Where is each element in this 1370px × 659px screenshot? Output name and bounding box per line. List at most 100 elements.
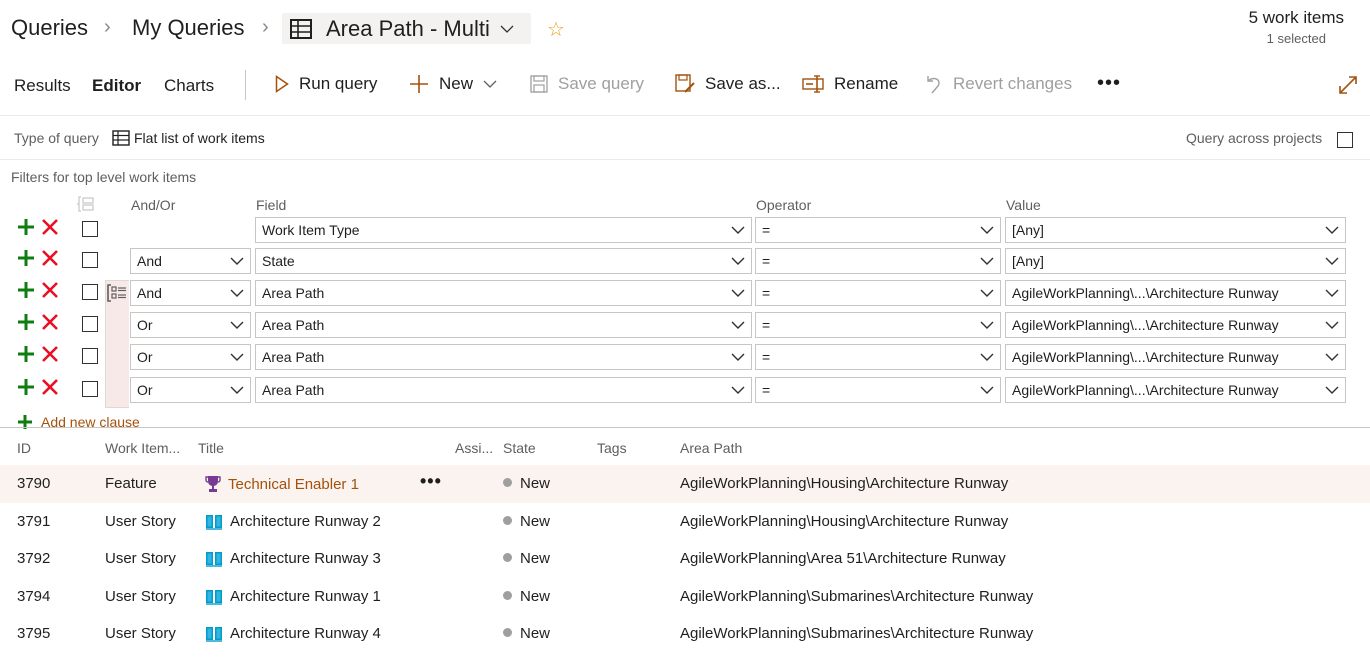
remove-clause-icon[interactable] (41, 378, 59, 396)
clause-row: And Area Path = AgileWorkPlanning\...\Archi… (0, 280, 1370, 306)
table-row[interactable]: 3795 User Story Architecture Runway 4 New Ag… (0, 615, 1370, 653)
cell-id: 3790 (17, 475, 51, 492)
operator-dropdown[interactable]: = (755, 217, 1001, 243)
field-dropdown[interactable]: Area Path (255, 344, 752, 370)
clause-checkbox[interactable] (82, 284, 98, 300)
type-of-query-label: Type of query (14, 130, 99, 146)
clause-checkbox[interactable] (82, 348, 98, 364)
value-dropdown[interactable]: AgileWorkPlanning\...\Architecture Runwa… (1005, 344, 1346, 370)
play-icon (275, 75, 289, 93)
add-clause-icon[interactable] (17, 249, 35, 267)
add-clause-icon[interactable] (17, 313, 35, 331)
field-dropdown[interactable]: Area Path (255, 312, 752, 338)
save-query-button[interactable]: Save query (530, 74, 644, 94)
row-more-actions-button[interactable]: ••• (420, 471, 442, 492)
value-dropdown[interactable]: [Any] (1005, 248, 1346, 274)
cell-title[interactable]: Technical Enabler 1 (205, 475, 359, 493)
cell-state: New (503, 625, 550, 642)
operator-dropdown[interactable]: = (755, 248, 1001, 274)
query-name-dropdown[interactable]: Area Path - Multi (282, 13, 531, 44)
value-dropdown[interactable]: [Any] (1005, 217, 1346, 243)
group-clauses-icon[interactable] (76, 196, 94, 212)
breadcrumb-my-queries[interactable]: My Queries (132, 15, 244, 41)
run-query-button[interactable]: Run query (275, 74, 377, 94)
operator-dropdown[interactable]: = (755, 312, 1001, 338)
add-clause-icon[interactable] (17, 281, 35, 299)
operator-dropdown[interactable]: = (755, 344, 1001, 370)
grid-header-id[interactable]: ID (17, 440, 31, 456)
field-value: Area Path (262, 317, 325, 333)
add-clause-icon[interactable] (17, 345, 35, 363)
value-dropdown[interactable]: AgileWorkPlanning\...\Architecture Runwa… (1005, 312, 1346, 338)
table-row[interactable]: 3790 Feature Technical Enabler 1 ••• New Agil… (0, 465, 1370, 503)
value-dropdown[interactable]: AgileWorkPlanning\...\Architecture Runwa… (1005, 377, 1346, 403)
andor-dropdown[interactable]: And (130, 248, 251, 274)
remove-clause-icon[interactable] (41, 313, 59, 331)
table-row[interactable]: 3791 User Story Architecture Runway 2 New Ag… (0, 503, 1370, 541)
chevron-down-icon (1325, 353, 1339, 361)
chevron-down-icon (731, 226, 745, 234)
grid-header-assigned-to[interactable]: Assi... (455, 440, 493, 456)
clause-checkbox[interactable] (82, 252, 98, 268)
grid-header-title[interactable]: Title (198, 440, 224, 456)
andor-dropdown[interactable]: And (130, 280, 251, 306)
operator-value: = (762, 317, 771, 333)
save-query-label: Save query (558, 74, 644, 93)
query-across-projects-checkbox[interactable] (1337, 132, 1353, 148)
divider (0, 115, 1370, 116)
tab-results[interactable]: Results (14, 76, 71, 96)
title-text: Architecture Runway 4 (230, 625, 381, 642)
remove-clause-icon[interactable] (41, 281, 59, 299)
save-as-button[interactable]: Save as... (675, 74, 781, 94)
field-dropdown[interactable]: Area Path (255, 280, 752, 306)
more-actions-button[interactable]: ••• (1097, 72, 1121, 95)
field-dropdown[interactable]: State (255, 248, 752, 274)
clause-row: Or Area Path = AgileWorkPlanning\...\Archit… (0, 377, 1370, 403)
remove-clause-icon[interactable] (41, 249, 59, 267)
trophy-icon (205, 476, 221, 492)
remove-clause-icon[interactable] (41, 345, 59, 363)
operator-dropdown[interactable]: = (755, 280, 1001, 306)
type-of-query-dropdown[interactable]: Flat list of work items (134, 130, 265, 146)
grid-header-tags[interactable]: Tags (597, 440, 627, 456)
andor-dropdown[interactable]: Or (130, 312, 251, 338)
grid-header-area-path[interactable]: Area Path (680, 440, 742, 456)
results-divider (0, 427, 1370, 428)
remove-clause-icon[interactable] (41, 218, 59, 236)
cell-id: 3795 (17, 625, 51, 642)
rename-button[interactable]: Rename (802, 74, 898, 94)
clause-checkbox[interactable] (82, 316, 98, 332)
cell-title[interactable]: Architecture Runway 2 (205, 513, 381, 530)
cell-title[interactable]: Architecture Runway 1 (205, 588, 381, 605)
cell-title[interactable]: Architecture Runway 3 (205, 550, 381, 567)
clause-checkbox[interactable] (82, 221, 98, 237)
tab-editor[interactable]: Editor (92, 76, 141, 96)
star-icon[interactable]: ☆ (547, 17, 565, 42)
revert-changes-button[interactable]: Revert changes (925, 74, 1072, 94)
field-dropdown[interactable]: Area Path (255, 377, 752, 403)
grid-header-work-item-type[interactable]: Work Item... (105, 440, 180, 456)
cell-work-item-type: User Story (105, 550, 176, 567)
field-dropdown[interactable]: Work Item Type (255, 217, 752, 243)
andor-dropdown[interactable]: Or (130, 344, 251, 370)
table-row[interactable]: 3794 User Story Architecture Runway 1 New Ag… (0, 578, 1370, 616)
add-clause-icon[interactable] (17, 378, 35, 396)
operator-value: = (762, 253, 771, 269)
value-dropdown[interactable]: AgileWorkPlanning\...\Architecture Runwa… (1005, 280, 1346, 306)
breadcrumb-queries[interactable]: Queries (11, 15, 88, 41)
andor-dropdown[interactable]: Or (130, 377, 251, 403)
value-value: [Any] (1012, 253, 1044, 269)
cell-title[interactable]: Architecture Runway 4 (205, 625, 381, 642)
title-text: Architecture Runway 2 (230, 513, 381, 530)
expand-icon[interactable] (1338, 75, 1358, 95)
add-clause-icon[interactable] (17, 218, 35, 236)
tab-charts[interactable]: Charts (164, 76, 214, 96)
clause-checkbox[interactable] (82, 381, 98, 397)
operator-dropdown[interactable]: = (755, 377, 1001, 403)
undo-icon (927, 76, 940, 94)
grid-header-state[interactable]: State (503, 440, 536, 456)
revert-changes-label: Revert changes (953, 74, 1073, 93)
new-button[interactable]: New (409, 74, 497, 94)
column-header-value: Value (1006, 197, 1041, 213)
table-row[interactable]: 3792 User Story Architecture Runway 3 New Ag… (0, 540, 1370, 578)
